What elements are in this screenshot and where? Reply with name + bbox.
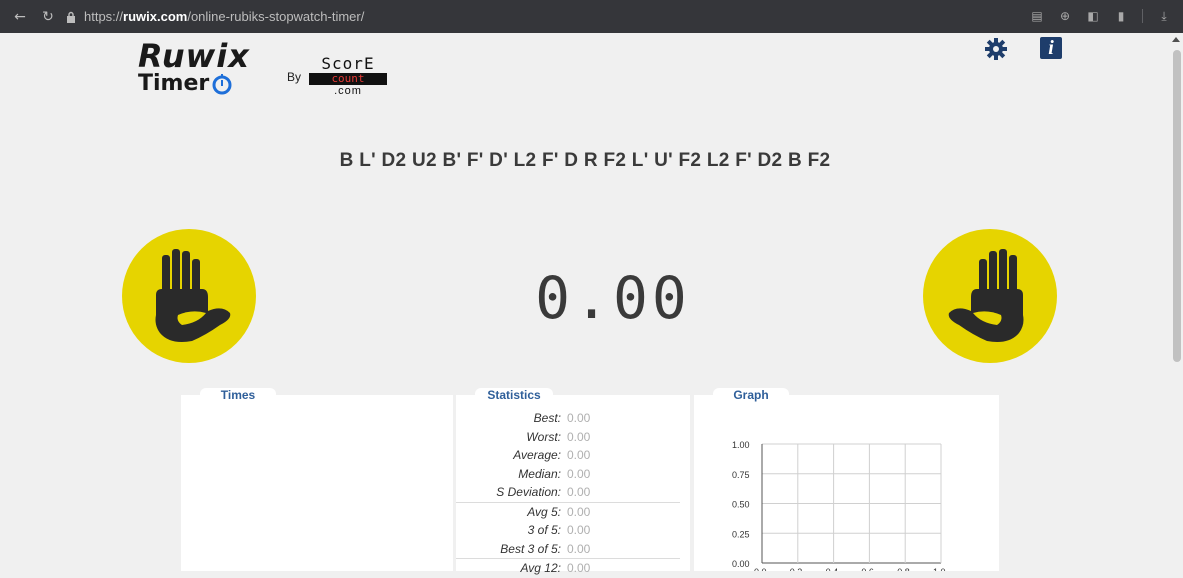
stat-value: 0.00 xyxy=(567,504,591,519)
stat-label: Worst: xyxy=(526,429,561,444)
ruwix-timer-logo[interactable]: Ruwix Timer xyxy=(138,37,250,96)
reload-icon[interactable]: ↻ xyxy=(40,9,56,25)
stat-value: 0.00 xyxy=(567,485,591,499)
tab-graph[interactable]: Graph xyxy=(713,388,789,403)
stat-label: 3 of 5: xyxy=(527,523,561,537)
scroll-up-arrow-icon[interactable] xyxy=(1172,37,1180,42)
stat-value: 0.00 xyxy=(567,541,591,556)
scorecount-logo[interactable]: ScorE count .com xyxy=(309,55,387,98)
graph-y-tick-label: 0.25 xyxy=(732,529,750,539)
tab-statistics[interactable]: Statistics xyxy=(475,388,553,403)
scorecount-top: ScorE xyxy=(321,54,375,73)
graph-x-tick-label: 0.8 xyxy=(897,567,910,571)
stat-label: Best: xyxy=(533,411,561,425)
stat-label: Average: xyxy=(513,448,561,462)
stat-row: Average: 0.00 xyxy=(456,446,690,465)
url-path: /online-rubiks-stopwatch-timer/ xyxy=(187,9,365,24)
logo-by-text: By xyxy=(287,70,302,84)
stat-value: 0.00 xyxy=(567,411,591,425)
times-panel xyxy=(181,395,453,571)
scorecount-bottom: .com xyxy=(334,85,362,97)
graph-x-tick-label: 0.6 xyxy=(861,567,874,571)
left-hand-pad[interactable] xyxy=(122,229,256,363)
back-icon[interactable]: ← xyxy=(12,9,28,25)
stat-label: Best 3 of 5: xyxy=(500,541,561,556)
translate-icon[interactable]: ▤ xyxy=(1030,9,1044,23)
gear-icon[interactable] xyxy=(985,38,1007,60)
stat-label: Avg 5: xyxy=(527,504,561,519)
stopwatch-icon xyxy=(212,73,232,94)
right-hand-pad[interactable] xyxy=(923,229,1057,363)
stat-value: 0.00 xyxy=(567,429,591,444)
logo-ruwix-text: Ruwix xyxy=(138,37,250,75)
tab-times[interactable]: Times xyxy=(200,388,276,403)
graph-y-tick-label: 0.50 xyxy=(732,500,750,510)
left-hand-icon xyxy=(155,249,231,342)
stat-row: Worst: 0.00 xyxy=(456,428,690,447)
info-icon[interactable]: i xyxy=(1040,37,1062,59)
graph-y-tick-label: 1.00 xyxy=(732,440,750,450)
stat-label: S Deviation: xyxy=(496,485,561,499)
toolbar-divider xyxy=(1142,9,1143,23)
solve-time-chart: 1.00 0.75 0.50 0.25 0.00 0.0 0.2 0.4 0.6 0.8 1.0 xyxy=(732,440,946,571)
stat-row: S Deviation: 0.00 xyxy=(456,483,690,502)
address-bar[interactable]: https://ruwix.com/online-rubiks-stopwatc… xyxy=(66,9,364,24)
scramble-sequence: B L' D2 U2 B' F' D' L2 F' D R F2 L' U' F… xyxy=(339,150,831,171)
extension-icon[interactable]: ◧ xyxy=(1086,9,1100,23)
stat-value: 0.00 xyxy=(567,466,591,481)
stat-value: 0.00 xyxy=(567,448,591,462)
stat-label: Avg 12: xyxy=(520,561,561,575)
zoom-icon[interactable]: ⊕ xyxy=(1058,9,1072,23)
stat-row: Best 3 of 5: 0.00 xyxy=(456,540,690,559)
graph-y-tick-label: 0.75 xyxy=(732,470,750,480)
stat-label: Median: xyxy=(518,466,561,481)
logo-timer-line: Timer xyxy=(138,71,250,96)
bookmark-icon[interactable]: ▮ xyxy=(1114,9,1128,23)
logo-timer-text: Timer xyxy=(138,71,210,96)
stat-row: Best: 0.00 xyxy=(456,409,690,428)
scorecount-mid: count xyxy=(309,73,387,85)
download-icon[interactable]: ⤓ xyxy=(1157,9,1171,23)
graph-x-tick-label: 0.0 xyxy=(754,567,767,571)
graph-x-tick-label: 0.2 xyxy=(790,567,803,571)
browser-toolbar: ← ↻ https://ruwix.com/online-rubiks-stop… xyxy=(0,0,1183,33)
right-hand-icon xyxy=(948,249,1024,342)
url-prefix: https:// xyxy=(84,9,124,24)
statistics-list: Best: 0.00 Worst: 0.00 Average: 0.00 Median: 0.… xyxy=(456,409,690,578)
graph-y-tick-label: 0.00 xyxy=(732,559,750,569)
lock-icon xyxy=(67,11,75,23)
graph-x-tick-label: 0.4 xyxy=(826,567,839,571)
timer-display: 0.00 xyxy=(535,264,691,332)
scrollbar-thumb[interactable] xyxy=(1173,50,1181,362)
stat-value: 0.00 xyxy=(567,523,591,537)
stat-row: Avg 12: 0.00 xyxy=(456,559,690,578)
stat-row: Median: 0.00 xyxy=(456,465,690,484)
graph-x-tick-label: 1.0 xyxy=(933,567,946,571)
stat-row: Avg 5: 0.00 xyxy=(456,503,690,522)
url-domain: ruwix.com xyxy=(123,9,188,24)
stat-row: 3 of 5: 0.00 xyxy=(456,521,690,540)
stat-value: 0.00 xyxy=(567,561,591,575)
